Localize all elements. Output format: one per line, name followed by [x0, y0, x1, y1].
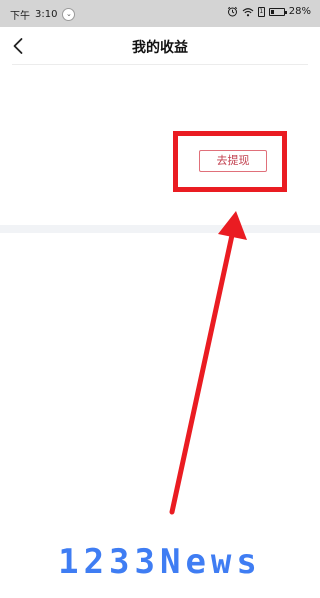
time-period: 下午 — [10, 11, 30, 22]
sim-icon: 1 — [257, 6, 265, 17]
chevron-down-icon: ⌄ — [62, 8, 76, 21]
status-bar: 下午 3:10 ⌄ 1 28% — [0, 0, 320, 27]
screen: 下午 3:10 ⌄ 1 28% 我的收益 去提现 1233News — [0, 0, 320, 598]
watermark-text: 1233News — [58, 542, 262, 582]
status-right: 1 28% — [227, 6, 311, 17]
wifi-icon — [242, 7, 254, 16]
section-separator — [0, 225, 320, 233]
earnings-card — [0, 65, 320, 225]
nav-bar: 我的收益 — [0, 27, 320, 65]
battery-icon — [268, 7, 287, 16]
battery-percent: 28% — [288, 6, 311, 17]
battery-fill — [270, 9, 274, 14]
page-title: 我的收益 — [132, 40, 188, 56]
alarm-icon — [227, 6, 237, 17]
withdraw-button[interactable]: 去提现 — [199, 150, 267, 172]
status-time: 3:10 — [35, 9, 58, 20]
status-left: 下午 3:10 ⌄ — [10, 7, 76, 22]
